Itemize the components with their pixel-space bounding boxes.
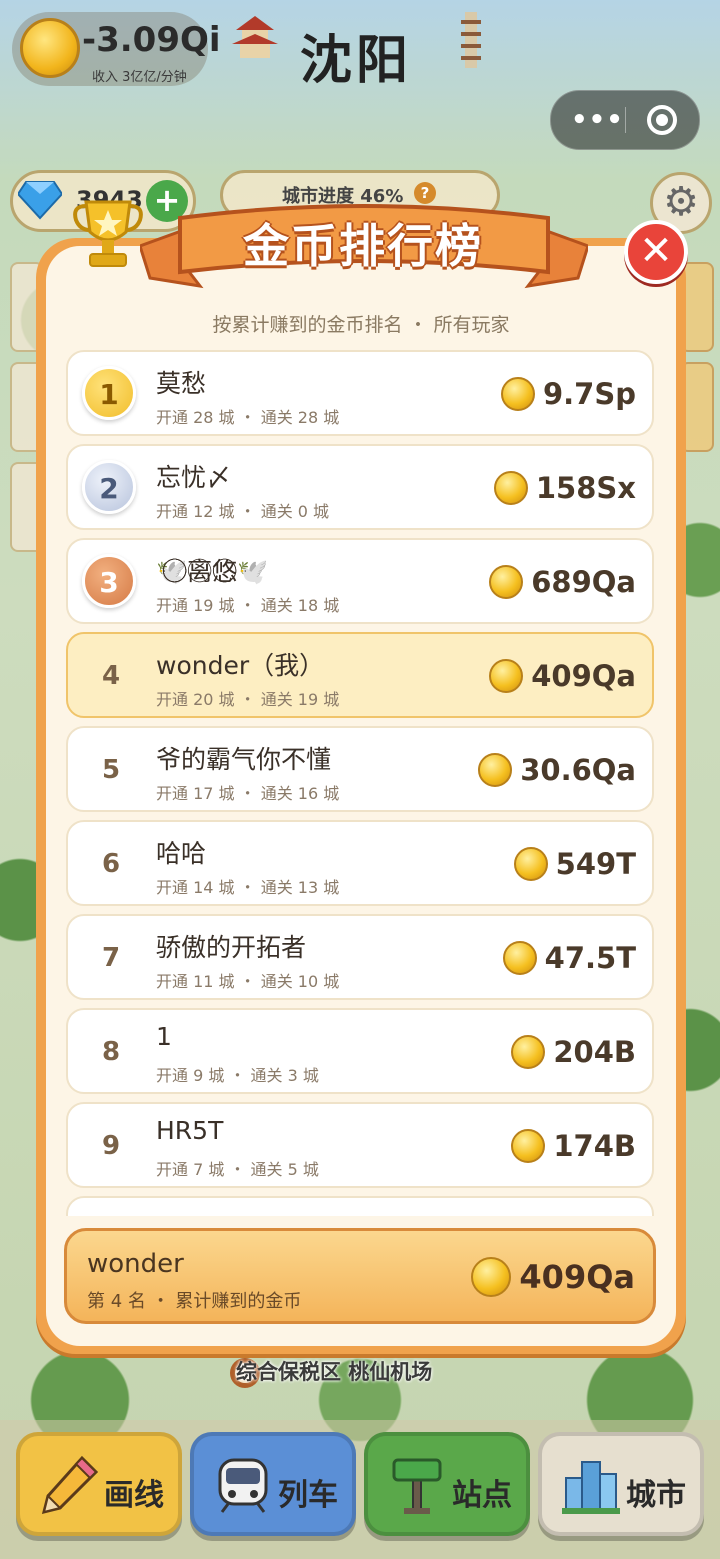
coin-icon [471,1257,512,1297]
signpost-icon [392,1458,442,1514]
silver-medal-icon: 2 [82,460,136,514]
coin-icon [20,18,80,78]
close-button[interactable]: ✕ [624,220,688,284]
score-value: 158Sx [535,471,636,505]
coin-icon [511,1035,546,1069]
coin-icon [513,847,548,881]
leaderboard-row: 6 哈哈 开通 14 城 ・ 通关 13 城 549T [66,820,654,906]
score-value: 409Qa [531,659,636,693]
nav-draw-line-button[interactable]: 画线 [16,1432,182,1536]
my-name: wonder [87,1249,184,1279]
rank-number: 6 [101,849,121,879]
leaderboard-row-partial [66,1196,654,1216]
coin-icon [489,565,524,599]
player-stats: 开通 11 城 ・ 通关 10 城 [156,972,340,991]
player-score: 689Qa [489,562,636,602]
player-name: 忘忧〆 [156,463,232,492]
player-score: 204B [511,1032,636,1072]
temple-icon [232,16,278,58]
diamond-icon [18,181,62,220]
rank-number: 7 [101,943,121,973]
coin-icon [502,941,537,975]
score-value: 549T [555,847,636,881]
leaderboard-subtitle: 按累计赚到的金币排名 ・ 所有玩家 [212,314,510,336]
player-score: 47.5T [502,938,636,978]
nav-label: 画线 [104,1478,164,1513]
more-menu-button[interactable]: ••• [571,105,624,135]
leaderboard-row: 5 爷的霸气你不懂 开通 17 城 ・ 通关 16 城 30.6Qa [66,726,654,812]
player-score: 9.7Sp [500,374,636,414]
coin-icon [500,377,535,411]
nav-train-button[interactable]: 列车 [190,1432,356,1536]
close-miniprogram-button[interactable] [647,105,677,135]
rank-number: 4 [101,661,121,691]
player-name: 1 [156,1022,172,1051]
trophy-icon [73,200,143,267]
player-name: 骄傲的开拓者 [156,933,307,962]
leaderboard-row: 2 忘忧〆 开通 12 城 ・ 通关 0 城 158Sx [66,444,654,530]
pagoda-icon [461,12,481,68]
player-name: 爷的霸气你不懂 [156,745,332,774]
player-score: 174B [511,1126,636,1166]
map-station-label: 综合保税区 桃仙机场 [236,1360,433,1384]
player-name: 哈哈 [156,839,207,868]
miniprogram-capsule: ••• [550,90,700,150]
capsule-divider [625,107,626,133]
leaderboard-row: 1 莫愁 开通 28 城 ・ 通关 28 城 9.7Sp [66,350,654,436]
nav-station-button[interactable]: 站点 [364,1432,530,1536]
player-name: HR5T [156,1116,224,1145]
my-rank-bar: wonder 第 4 名 ・ 累计赚到的金币 409Qa [64,1228,656,1324]
nav-label: 城市 [626,1478,686,1513]
coin-icon [511,1129,546,1163]
nav-label: 列车 [278,1478,338,1513]
coin-icon [489,659,524,693]
coin-balance: -3.09Qi [82,20,221,60]
nav-city-button[interactable]: 城市 [538,1432,704,1536]
coin-icon [478,753,513,787]
leaderboard-row: 9 HR5T 开通 7 城 ・ 通关 5 城 174B [66,1102,654,1188]
pencil-icon [41,1455,99,1515]
leaderboard-row-current-player: 4 wonder（我） 开通 20 城 ・ 通关 19 城 409Qa [66,632,654,718]
player-name: 🕊️⃝⃝⃝⃝⃝离⃝悠⃝⃝🕊️ [156,557,269,586]
rank-number: 9 [101,1131,121,1161]
buildings-icon [562,1461,620,1514]
coin-icon [493,471,528,505]
player-stats: 开通 7 城 ・ 通关 5 城 [156,1160,319,1179]
player-stats: 开通 28 城 ・ 通关 28 城 [156,408,340,427]
bronze-medal-icon: 3 [82,554,136,608]
player-stats: 开通 17 城 ・ 通关 16 城 [156,784,340,803]
leaderboard-list[interactable]: 1 莫愁 开通 28 城 ・ 通关 28 城 9.7Sp 2 忘忧〆 开通 12… [66,350,656,1216]
city-title: 沈阳 [300,31,413,91]
player-stats: 开通 19 城 ・ 通关 18 城 [156,596,340,615]
leaderboard-row: 3 🕊️⃝⃝⃝⃝⃝离⃝悠⃝⃝🕊️ 开通 19 城 ・ 通关 18 城 689Qa [66,538,654,624]
score-value: 9.7Sp [542,377,636,411]
player-stats: 开通 9 城 ・ 通关 3 城 [156,1066,319,1085]
leaderboard-row: 7 骄傲的开拓者 开通 11 城 ・ 通关 10 城 47.5T [66,914,654,1000]
my-rank-description: 第 4 名 ・ 累计赚到的金币 [87,1291,302,1312]
player-score: 30.6Qa [478,750,636,790]
player-score: 549T [513,844,636,884]
gold-medal-icon: 1 [82,366,136,420]
my-score-value: 409Qa [519,1258,635,1296]
train-icon [218,1458,268,1513]
leaderboard-title: 金币排行榜 [243,219,483,273]
income-rate: 收入 3亿亿/分钟 [92,70,187,85]
my-score: 409Qa [471,1257,635,1297]
score-value: 47.5T [544,941,636,975]
leaderboard-row: 8 1 开通 9 城 ・ 通关 3 城 204B [66,1008,654,1094]
nav-label: 站点 [452,1478,512,1513]
score-value: 174B [553,1129,636,1163]
player-name: 莫愁 [156,369,207,398]
score-value: 30.6Qa [520,753,636,787]
player-stats: 开通 12 城 ・ 通关 0 城 [156,502,330,521]
score-value: 689Qa [531,565,636,599]
player-stats: 开通 20 城 ・ 通关 19 城 [156,690,340,709]
player-name: wonder（我） [156,651,325,680]
player-stats: 开通 14 城 ・ 通关 13 城 [156,878,340,897]
rank-number: 5 [101,755,121,785]
player-score: 409Qa [489,656,636,696]
rank-number: 8 [101,1037,121,1067]
score-value: 204B [553,1035,636,1069]
player-score: 158Sx [493,468,636,508]
